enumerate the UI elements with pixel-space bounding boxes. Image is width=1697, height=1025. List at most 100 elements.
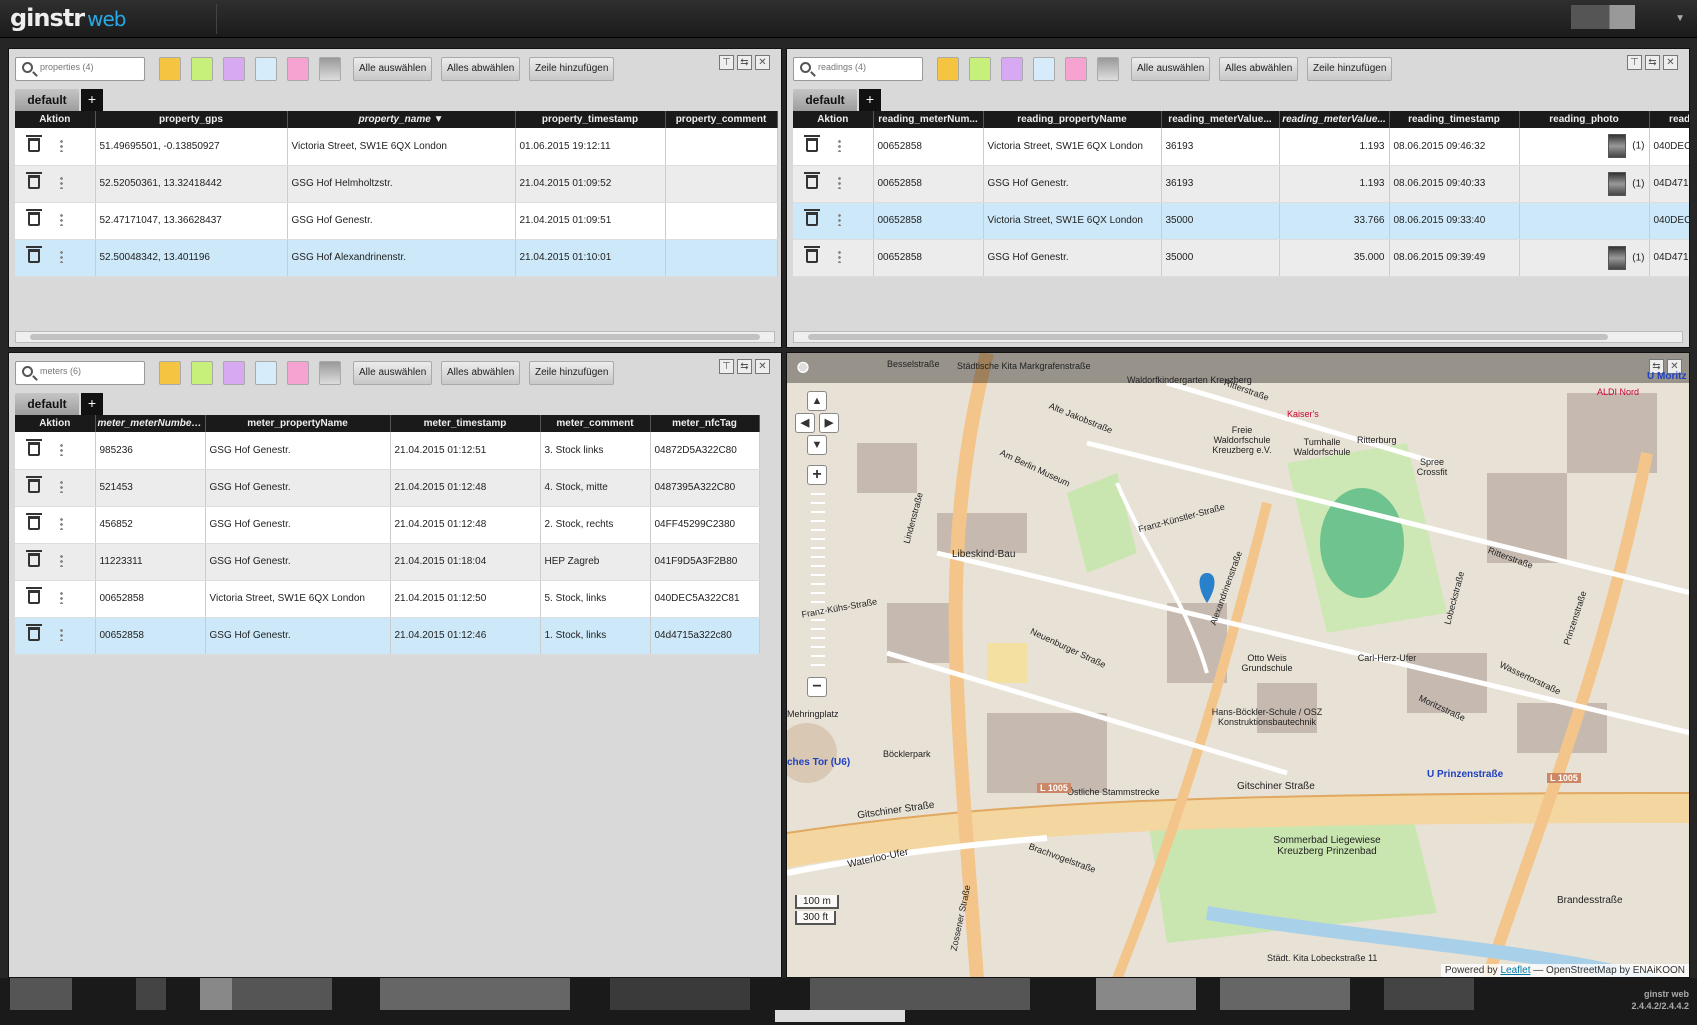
cell[interactable]: 2. Stock, rechts <box>540 506 651 544</box>
column-header[interactable]: reading_timestamp <box>1389 111 1520 128</box>
more-icon[interactable] <box>60 628 63 641</box>
add-row-button[interactable]: Zeile hinzufügen <box>529 57 615 81</box>
cell[interactable]: 456852 <box>95 506 206 544</box>
cell[interactable]: GSG Hof Genestr. <box>983 239 1162 277</box>
column-header[interactable]: meter_nfcTag <box>650 415 760 432</box>
table-row[interactable]: 985236 GSG Hof Genestr. 21.04.2015 01:12:5… <box>15 432 760 470</box>
trash-icon[interactable] <box>26 438 42 456</box>
color-filter-green[interactable] <box>969 57 991 81</box>
scrollbar-thumb[interactable] <box>808 334 1608 340</box>
taskbar-item[interactable] <box>1096 978 1196 1010</box>
color-filter-pink[interactable] <box>287 361 309 385</box>
cell[interactable]: GSG Hof Genestr. <box>983 165 1162 203</box>
readings-search-input[interactable] <box>793 57 923 81</box>
cell[interactable]: 21.04.2015 01:12:50 <box>390 580 541 618</box>
pan-right-icon[interactable]: ▶ <box>819 413 839 433</box>
color-filter-yellow[interactable] <box>937 57 959 81</box>
color-filter-yellow[interactable] <box>159 57 181 81</box>
trash-icon[interactable] <box>804 209 820 226</box>
table-row[interactable]: 00652858 Victoria Street, SW1E 6QX London… <box>793 128 1689 166</box>
table-row-selected[interactable]: 00652858 GSG Hof Genestr. 21.04.2015 01:12… <box>15 617 760 655</box>
table-row[interactable]: 521453 GSG Hof Genestr. 21.04.2015 01:12:4… <box>15 469 760 507</box>
column-header[interactable]: Aktion <box>793 111 874 128</box>
trash-icon[interactable] <box>804 172 820 189</box>
taskbar-item[interactable] <box>232 978 332 1010</box>
cell[interactable]: 52.47171047, 13.36628437 <box>95 202 288 240</box>
cell[interactable]: 1.193 <box>1279 165 1390 203</box>
column-header[interactable]: property_comment <box>665 111 778 128</box>
add-tab-button[interactable]: + <box>81 89 103 111</box>
taskbar-item[interactable] <box>810 978 1030 1010</box>
color-filter-green[interactable] <box>191 57 213 81</box>
photo-thumbnail[interactable] <box>1608 245 1627 270</box>
cell[interactable] <box>665 165 778 203</box>
table-row[interactable]: 51.49695501, -0.13850927 Victoria Street,… <box>15 128 778 166</box>
color-filter-gray[interactable] <box>319 361 341 385</box>
cell[interactable]: 1.193 <box>1279 128 1390 166</box>
more-icon[interactable] <box>60 480 63 493</box>
cell[interactable]: 041F9D5A3F2B80 <box>650 543 760 581</box>
column-header[interactable]: meter_comment <box>540 415 651 432</box>
pan-left-icon[interactable]: ◀ <box>795 413 815 433</box>
color-filter-gray[interactable] <box>1097 57 1119 81</box>
ginstr-logo[interactable]: ginstr web <box>10 4 126 32</box>
cell[interactable]: 040DEC <box>1649 128 1689 166</box>
trash-icon[interactable] <box>26 513 42 530</box>
cell[interactable] <box>665 239 778 277</box>
taskbar-item[interactable] <box>1220 978 1350 1010</box>
cell[interactable]: 521453 <box>95 469 206 507</box>
table-row[interactable]: 00652858 GSG Hof Genestr. 36193 1.193 08.06.… <box>793 165 1689 203</box>
column-header[interactable]: reading_meterNum... <box>873 111 984 128</box>
more-icon[interactable] <box>60 213 63 226</box>
more-icon[interactable] <box>60 591 63 604</box>
add-row-button[interactable]: Zeile hinzufügen <box>529 361 615 385</box>
taskbar-item[interactable] <box>1384 978 1474 1010</box>
add-tab-button[interactable]: + <box>81 393 103 415</box>
tab-default[interactable]: default <box>15 393 79 415</box>
table-row[interactable]: 00652858 Victoria Street, SW1E 6QX London… <box>15 580 760 618</box>
more-icon[interactable] <box>60 517 63 530</box>
cell[interactable]: 52.50048342, 13.401196 <box>95 239 288 277</box>
table-row-selected[interactable]: 00652858 Victoria Street, SW1E 6QX London… <box>793 202 1689 240</box>
zoom-slider[interactable] <box>811 493 825 673</box>
taskbar-item[interactable] <box>200 978 232 1010</box>
color-filter-blue[interactable] <box>255 57 277 81</box>
color-filter-purple[interactable] <box>1001 57 1023 81</box>
column-header[interactable]: Aktion <box>15 111 96 128</box>
cell[interactable]: 35000 <box>1161 239 1280 277</box>
photo-cell[interactable]: (1) <box>1519 239 1650 277</box>
column-header[interactable]: meter_propertyName <box>205 415 391 432</box>
column-header[interactable]: reading_photo <box>1519 111 1650 128</box>
filter-icon[interactable]: ⊤ <box>1627 55 1642 70</box>
table-row[interactable]: 11223311 GSG Hof Genestr. 21.04.2015 01:18… <box>15 543 760 581</box>
cell[interactable]: 00652858 <box>873 165 984 203</box>
column-header-sorted[interactable]: reading_meterValue... <box>1279 111 1390 128</box>
horizontal-scrollbar[interactable] <box>15 331 775 343</box>
cell[interactable]: 21.04.2015 01:12:48 <box>390 469 541 507</box>
trash-icon[interactable] <box>26 476 42 493</box>
cell[interactable]: 08.06.2015 09:33:40 <box>1389 202 1520 240</box>
cell[interactable] <box>665 128 778 166</box>
trash-icon[interactable] <box>26 624 42 641</box>
cell[interactable]: Victoria Street, SW1E 6QX London <box>983 128 1162 166</box>
table-row[interactable]: 52.52050361, 13.32418442 GSG Hof Helmholt… <box>15 165 778 203</box>
cell[interactable]: GSG Hof Genestr. <box>205 469 391 507</box>
cell[interactable]: 21.04.2015 01:12:51 <box>390 432 541 470</box>
properties-search-field[interactable] <box>40 62 140 72</box>
color-filter-blue[interactable] <box>255 361 277 385</box>
cell[interactable]: 04D471 <box>1649 239 1689 277</box>
zoom-in-button[interactable]: + <box>807 465 827 485</box>
table-row[interactable]: 52.47171047, 13.36628437 GSG Hof Genestr.… <box>15 202 778 240</box>
trash-icon[interactable] <box>804 134 820 152</box>
tab-default[interactable]: default <box>15 89 79 111</box>
photo-cell[interactable] <box>1519 202 1650 240</box>
cell[interactable]: 04d4715a322c80 <box>650 617 760 655</box>
cell[interactable]: 01.06.2015 19:12:11 <box>515 128 666 166</box>
cell[interactable]: 00652858 <box>95 580 206 618</box>
column-header[interactable]: readi <box>1649 111 1689 128</box>
column-header[interactable]: Aktion <box>15 415 96 432</box>
cell[interactable]: 985236 <box>95 432 206 470</box>
cell[interactable]: 21.04.2015 01:18:04 <box>390 543 541 581</box>
trash-icon[interactable] <box>26 172 42 189</box>
cell[interactable]: 4. Stock, mitte <box>540 469 651 507</box>
